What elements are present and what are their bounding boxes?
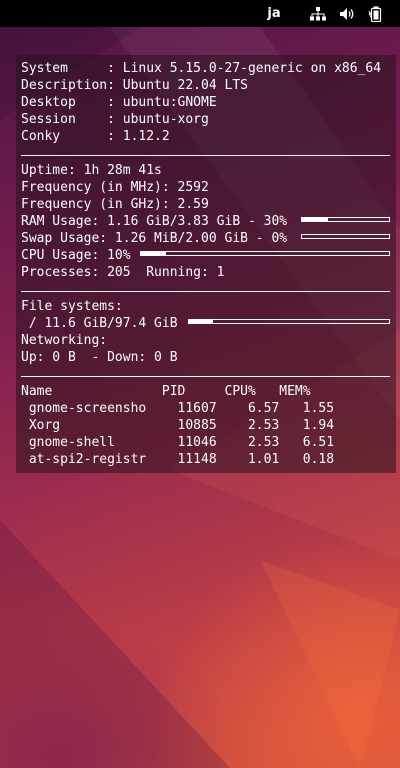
input-method-indicator[interactable]: ja — [262, 0, 286, 27]
cpu-usage-line: CPU Usage: 10% — [21, 248, 131, 263]
conky-version-line: Conky : 1.12.2 — [21, 129, 170, 144]
root-filesystem-bar — [188, 319, 390, 324]
desktop-line: Desktop : ubuntu:GNOME — [21, 95, 217, 110]
swap-usage-bar — [301, 234, 390, 239]
root-filesystem-line: / 11.6 GiB/97.4 GiB — [21, 316, 178, 331]
conky-panel: System : Linux 5.15.0-27-generic on x86_… — [16, 55, 396, 473]
battery-charging-icon[interactable] — [366, 0, 386, 27]
swap-usage-line: Swap Usage: 1.26 MiB/2.00 GiB - 0% — [21, 231, 288, 246]
system-line: System : Linux 5.15.0-27-generic on x86_… — [21, 61, 382, 76]
ram-usage-bar-fill — [302, 218, 329, 221]
processes-count-line: Processes: 205 Running: 1 — [21, 265, 225, 280]
process-row: at-spi2-registr 11148 1.01 0.18 — [21, 452, 335, 467]
cpu-usage-bar — [140, 251, 390, 256]
network-icon[interactable] — [308, 0, 328, 27]
top-bar: ja — [0, 0, 400, 27]
process-row: gnome-screensho 11607 6.57 1.55 — [21, 401, 335, 416]
network-traffic-line: Up: 0 B - Down: 0 B — [21, 350, 178, 365]
file-systems-header: File systems: — [21, 299, 123, 314]
networking-header: Networking: — [21, 333, 108, 348]
frequency-mhz-line: Frequency (in MHz): 2592 — [21, 180, 209, 195]
ram-usage-line: RAM Usage: 1.16 GiB/3.83 GiB - 30% — [21, 214, 288, 229]
session-line: Session : ubuntu-xorg — [21, 112, 209, 127]
cpu-usage-bar-fill — [141, 252, 166, 255]
uptime-line: Uptime: 1h 28m 41s — [21, 163, 162, 178]
root-filesystem-bar-fill — [189, 320, 213, 323]
process-row: gnome-shell 11046 2.53 6.51 — [21, 435, 335, 450]
process-row: Xorg 10885 2.53 1.94 — [21, 418, 335, 433]
ram-usage-bar — [301, 217, 390, 222]
divider — [21, 376, 390, 377]
process-table-header: Name PID CPU% MEM% — [21, 384, 311, 399]
frequency-ghz-line: Frequency (in GHz): 2.59 — [21, 197, 209, 212]
divider — [21, 155, 390, 156]
divider — [21, 291, 390, 292]
description-line: Description: Ubuntu 22.04 LTS — [21, 78, 248, 93]
volume-icon[interactable] — [337, 0, 357, 27]
